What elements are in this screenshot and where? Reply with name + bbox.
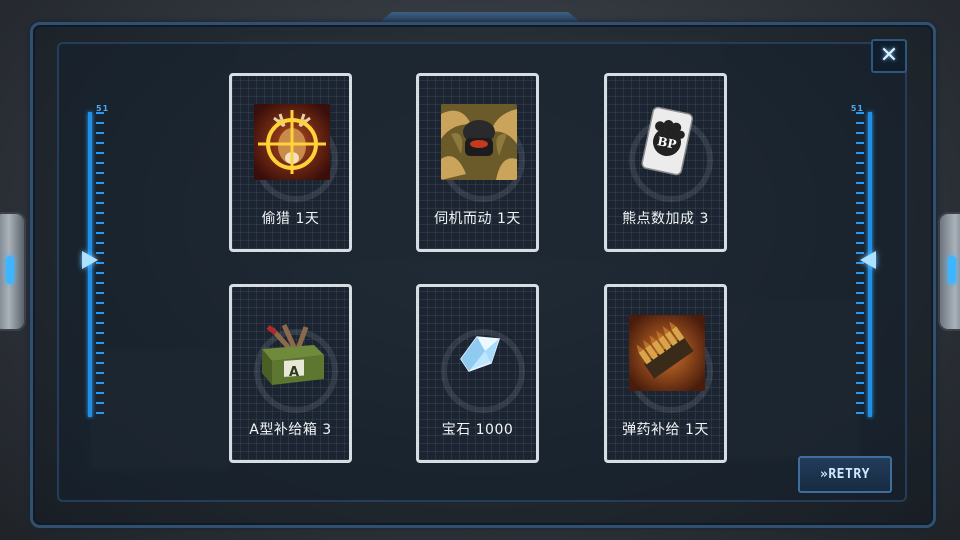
reward-label: 宝石 1000 [441,422,514,438]
reward-card-supply-box[interactable]: A A型补给箱 3 [229,284,352,463]
ammo-clip-icon [629,315,705,391]
crate-letter: A [289,365,299,380]
left-hinge-light [6,256,14,284]
supply-crate-icon: A [254,315,330,391]
reward-card-bp-bonus[interactable]: BP 熊点数加成 3 [604,73,727,252]
deer-crosshair-icon [254,104,330,180]
reward-card-ambush[interactable]: 伺机而动 1天 [416,73,539,252]
reward-label: 熊点数加成 3 [622,211,709,227]
right-arrow-icon [860,251,876,269]
left-scale-number: 51 [96,104,110,113]
close-button[interactable]: ✕ [871,39,907,73]
reward-label: 伺机而动 1天 [434,211,521,227]
camouflaged-soldier-icon [441,104,517,180]
right-hinge [938,212,960,331]
right-hinge-light [948,256,956,284]
bp-card-icon: BP [629,104,705,180]
right-scale-number: 51 [850,104,864,113]
reward-card-ammo-supply[interactable]: 弹药补给 1天 [604,284,727,463]
reward-label: 弹药补给 1天 [622,422,709,438]
left-arrow-icon [82,251,98,269]
gem-icon [441,315,517,391]
retry-button[interactable]: »RETRY [798,456,892,493]
reward-card-poaching[interactable]: 偷猎 1天 [229,73,352,252]
reward-label: A型补给箱 3 [249,422,332,438]
reward-card-gems[interactable]: 宝石 1000 [416,284,539,463]
reward-label: 偷猎 1天 [261,211,320,227]
left-hinge [0,212,26,331]
